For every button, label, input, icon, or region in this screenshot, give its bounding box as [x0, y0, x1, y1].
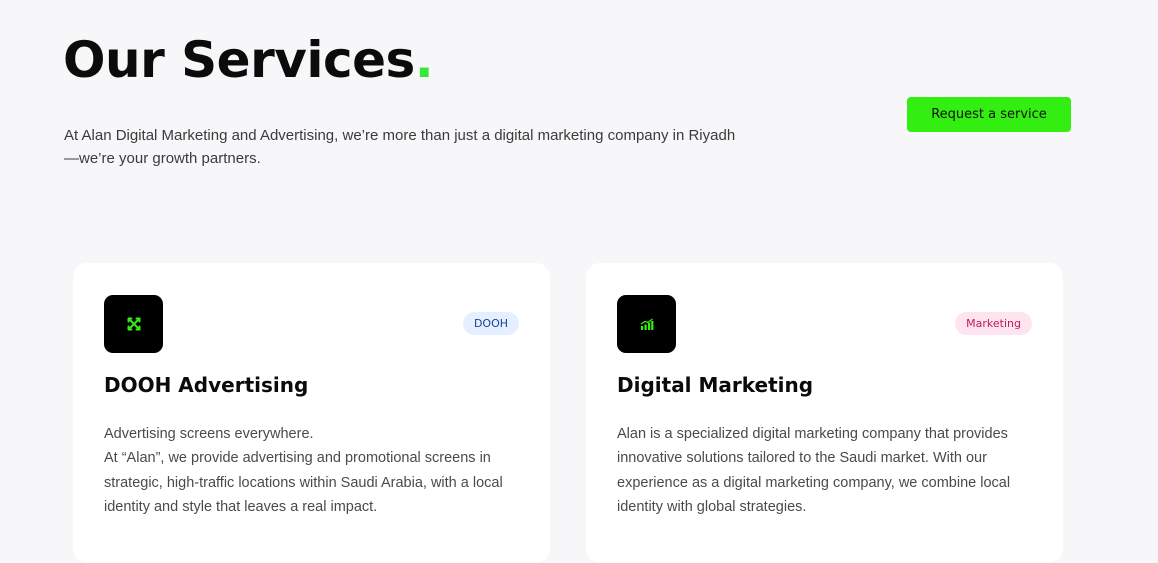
service-card-dooh[interactable]: DOOH DOOH Advertising Advertising screen… [73, 263, 550, 563]
expand-arrows-icon [104, 295, 163, 353]
page-title: Our Services. [63, 28, 434, 92]
card-title: Digital Marketing [617, 373, 814, 397]
card-title: DOOH Advertising [104, 373, 309, 397]
card-description-line: At “Alan”, we provide advertising and pr… [104, 450, 503, 515]
card-description-line: Advertising screens everywhere. [104, 426, 314, 442]
card-description: Advertising screens everywhere. At “Alan… [104, 422, 524, 519]
title-dot: . [414, 31, 434, 89]
card-description-line: Alan is a specialized digital marketing … [617, 426, 1011, 515]
request-service-button[interactable]: Request a service [907, 97, 1071, 132]
intro-text: At Alan Digital Marketing and Advertisin… [64, 127, 736, 167]
bar-chart-growth-icon [617, 295, 676, 353]
title-main: Services [181, 31, 415, 89]
badge-marketing: Marketing [955, 312, 1032, 335]
service-card-marketing[interactable]: Marketing Digital Marketing Alan is a sp… [586, 263, 1063, 563]
badge-dooh: DOOH [462, 312, 519, 335]
card-description: Alan is a specialized digital marketing … [617, 422, 1037, 519]
title-prefix: Our [63, 31, 182, 89]
